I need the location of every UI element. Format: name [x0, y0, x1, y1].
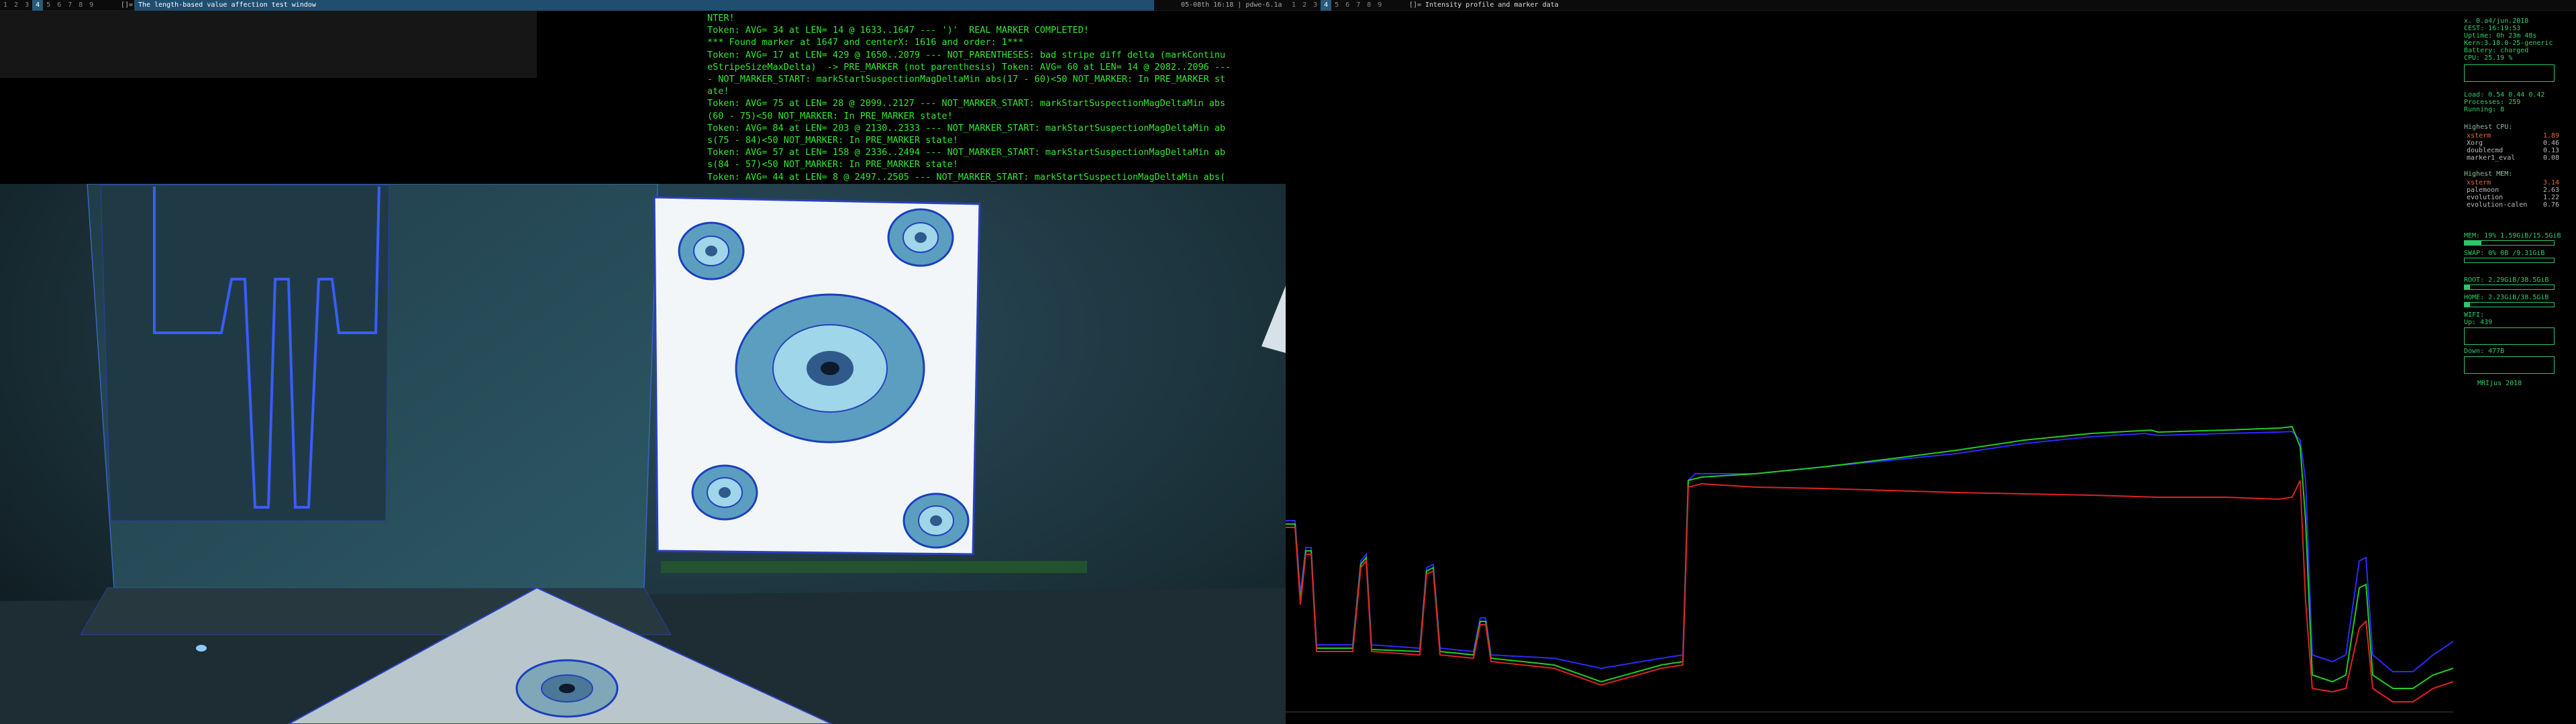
process-value: 0.46: [2543, 140, 2560, 147]
cpu-top-row: Xorg 0.46: [2467, 140, 2574, 147]
left-window-title[interactable]: The length-based value affection test wi…: [134, 0, 1154, 11]
workspace-tag[interactable]: 5: [1331, 0, 1342, 11]
workspace-tag-active[interactable]: 4: [32, 0, 44, 11]
conky-home: HOME: 2.23GiB/38.5GiB: [2464, 294, 2549, 301]
workspace-tag[interactable]: 9: [1374, 0, 1385, 11]
process-value: 0.76: [2543, 201, 2560, 209]
terminal-line: Token: AVG= 44 at LEN= 8 @ 2497..2505 --…: [707, 171, 1226, 183]
terminal-line: Token: AVG= 57 at LEN= 158 @ 2336..2494 …: [707, 147, 1226, 158]
process-value: 0.13: [2543, 147, 2560, 154]
cpu-top-row: marker1_eval 0.08: [2467, 154, 2574, 162]
mem-top-row: palemoon 2.63: [2467, 187, 2574, 194]
terminal-line: Token: AVG= 84 at LEN= 203 @ 2130..2333 …: [707, 122, 1226, 134]
conky-swap: SWAP: 0% 0B /9.31GiB: [2464, 250, 2545, 257]
swap-bar: [2464, 258, 2555, 263]
process-value: 3.14: [2543, 179, 2560, 187]
workspace-tag[interactable]: 3: [1310, 0, 1321, 11]
conky-root: ROOT: 2.29GiB/38.5GiB: [2464, 276, 2549, 284]
process-name: doublecmd: [2467, 147, 2504, 154]
workspace-tag[interactable]: 5: [43, 0, 54, 11]
conky-processes: Processes: 259: [2464, 99, 2521, 106]
process-name: xsterm: [2467, 132, 2491, 140]
terminal-line: NTER!: [707, 13, 735, 23]
conky-down: Down: 477B: [2464, 348, 2505, 355]
terminal-line: (60 - 75)<50 NOT_MARKER: In PRE_MARKER s…: [707, 110, 953, 121]
intensity-profile-window[interactable]: [1286, 11, 2460, 724]
conky-running: Running: 8: [2464, 106, 2505, 113]
process-name: Xorg: [2467, 140, 2483, 147]
mem-bar-fill: [2465, 241, 2482, 245]
process-value: 1.22: [2543, 194, 2560, 201]
process-name: marker1_eval: [2467, 154, 2516, 162]
conky-header-4: Battery: charged: [2464, 47, 2529, 54]
workspace-tag[interactable]: 6: [54, 0, 64, 11]
download-graph: [2464, 356, 2555, 374]
system-monitor-panel: x. 0.a4/jun.2018 CEST: 16:19:53 Uptime: …: [2460, 11, 2576, 724]
upload-graph: [2464, 327, 2555, 345]
workspace-tag[interactable]: 7: [1353, 0, 1363, 11]
process-value: 1.89: [2543, 132, 2560, 140]
terminal-line: *** Found marker at 1647 and centerX: 16…: [707, 37, 1024, 48]
left-workspace-tags: 1 2 3 4 5 6 7 8 9: [0, 0, 97, 11]
workspace-tag-active[interactable]: 4: [1321, 0, 1332, 11]
terminal-line: s(75 - 84)<50 NOT_MARKER: In PRE_MARKER …: [707, 135, 958, 146]
home-bar: [2464, 302, 2555, 307]
root-bar-fill: [2465, 285, 2470, 289]
process-name: xsterm: [2467, 179, 2491, 187]
process-name: evolution-calen: [2467, 201, 2528, 209]
workspace-tag[interactable]: 7: [64, 0, 75, 11]
workspace-tag[interactable]: 8: [75, 0, 86, 11]
process-name: palemoon: [2467, 187, 2500, 194]
mem-bar: [2464, 240, 2555, 246]
workspace-tag[interactable]: 8: [1363, 0, 1374, 11]
root-bar: [2464, 285, 2555, 290]
terminal-line: Token: AVG= 75 at LEN= 28 @ 2099..2127 -…: [707, 98, 1226, 109]
workspace-tag[interactable]: 1: [0, 0, 11, 11]
conky-cpu-percent: CPU: 25.19 %: [2464, 54, 2513, 62]
conky-wifi: WIFI:: [2464, 311, 2485, 319]
workspace-tag[interactable]: 3: [21, 0, 32, 11]
mem-top-row: evolution 1.22: [2467, 194, 2574, 201]
status-clock: 05-08th 16:18 | pdwe-6.1a: [1181, 1, 1282, 9]
highest-mem-title: Highest MEM:: [2464, 170, 2513, 178]
test-window-area: [0, 11, 537, 78]
terminal-line: - NOT_MARKER_START: markStartSuspectionM…: [707, 74, 1226, 85]
top-status-bar: 1 2 3 4 5 6 7 8 9 []= The length-based v…: [0, 0, 2576, 11]
mem-top-row: evolution-calen 0.76: [2467, 201, 2574, 209]
conky-up: Up: 439: [2464, 319, 2493, 326]
conky-header-1: CEST: 16:19:53: [2464, 25, 2521, 32]
conky-footer: MRIjus 2018: [2477, 380, 2522, 387]
layout-indicator[interactable]: []=: [1409, 0, 1421, 11]
process-name: evolution: [2467, 194, 2504, 201]
intensity-profile-plot: [1286, 11, 2460, 724]
right-workspace-tags: 1 2 3 4 5 6 7 8 9: [1288, 0, 1385, 11]
workspace-tag[interactable]: 9: [86, 0, 97, 11]
terminal-line: Token: AVG= 34 at LEN= 14 @ 1633..1647 -…: [707, 25, 1089, 36]
conky-mem: MEM: 19% 1.59GiB/15.5GiB: [2464, 232, 2561, 240]
right-window-title[interactable]: Intensity profile and marker data: [1421, 0, 2294, 11]
terminal-line: s(84 - 57)<50 NOT_MARKER: In PRE_MARKER …: [707, 159, 958, 170]
conky-header-2: Uptime: 0h 23m 48s: [2464, 32, 2537, 40]
conky-header-0: x. 0.a4/jun.2018: [2464, 17, 2529, 25]
process-value: 0.08: [2543, 154, 2560, 162]
home-bar-fill: [2465, 303, 2470, 307]
highest-cpu-title: Highest CPU:: [2464, 123, 2513, 131]
layout-indicator[interactable]: []=: [121, 0, 133, 11]
workspace-tag[interactable]: 1: [1288, 0, 1299, 11]
workspace-tag[interactable]: 2: [1299, 0, 1310, 11]
process-value: 2.63: [2543, 187, 2560, 194]
cpu-top-row: doublecmd 0.13: [2467, 147, 2574, 154]
cpu-top-row: xsterm 1.89: [2467, 132, 2574, 140]
terminal-line: eStripeSizeMaxDelta) -> PRE_MARKER (not …: [707, 61, 1231, 72]
workspace-tag[interactable]: 2: [11, 0, 21, 11]
conky-header-3: Kern:3.18.0-25-generic: [2464, 40, 2553, 47]
mem-top-row: xsterm 3.14: [2467, 179, 2574, 187]
terminal-window[interactable]: NTER! Token: AVG= 34 at LEN= 14 @ 1633..…: [705, 11, 1286, 184]
workspace-tag[interactable]: 6: [1342, 0, 1353, 11]
cpu-graph: [2464, 64, 2555, 82]
terminal-line: Token: AVG= 17 at LEN= 429 @ 1650..2079 …: [707, 49, 1226, 60]
conky-load: Load: 0.54 0.44 0.42: [2464, 91, 2545, 99]
terminal-line: ate!: [707, 86, 729, 97]
